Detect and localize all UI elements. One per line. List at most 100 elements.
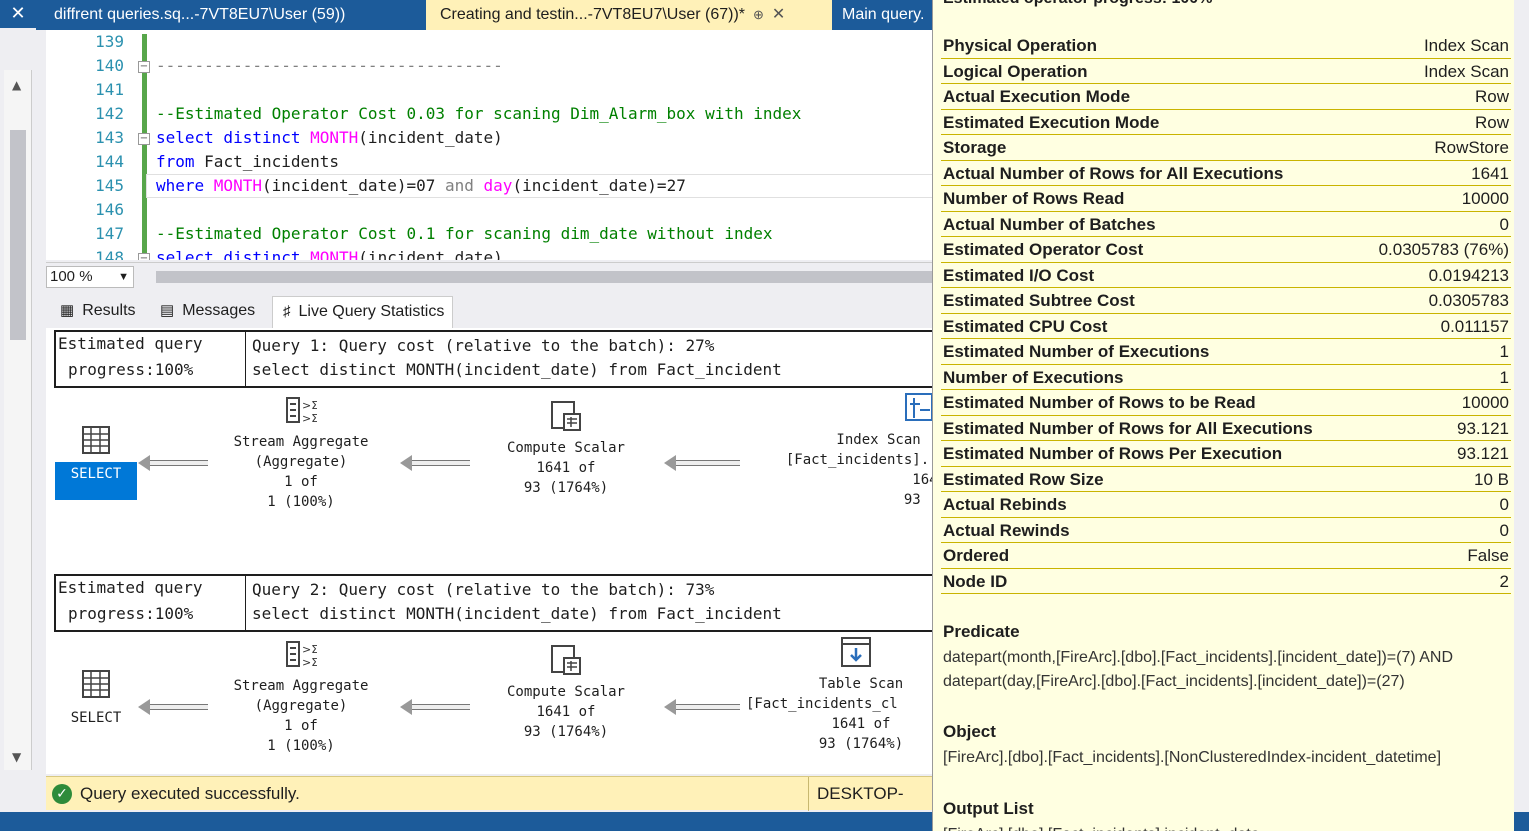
collapse-icon[interactable]: −: [138, 253, 150, 260]
property-row: Estimated Number of Rows for All Executi…: [941, 416, 1511, 441]
property-name: Physical Operation: [943, 36, 1097, 55]
property-row: Number of Rows Read 10000: [941, 186, 1511, 212]
property-value: 0: [1499, 520, 1509, 540]
node-subtype: (Aggregate): [254, 698, 348, 714]
plan-node-select[interactable]: SELECT: [54, 668, 138, 730]
node-name: Stream Aggregate: [233, 434, 369, 450]
property-name: Actual Rewinds: [943, 520, 1070, 540]
object-text: [FireArc].[dbo].[Fact_incidents].[NonClu…: [943, 749, 1442, 766]
close-tab-icon[interactable]: ✕: [772, 6, 785, 23]
success-check-icon: ✓: [52, 784, 72, 804]
left-scrollbar[interactable]: ▲ ▼: [4, 70, 32, 770]
node-percent: 93 (1764%): [523, 480, 609, 496]
plan-node-stream-aggregate[interactable]: >Σ >Σ Stream Aggregate (Aggregate) 1 of 1…: [216, 394, 386, 512]
node-rows: 1641 of: [536, 460, 596, 476]
property-name: Estimated Number of Rows for All Executi…: [943, 418, 1313, 438]
line-number: 141: [95, 80, 124, 99]
scroll-up-icon[interactable]: ▲: [12, 78, 21, 92]
tab-messages[interactable]: ▤ Messages: [150, 296, 263, 328]
object-title: Object: [943, 722, 996, 741]
property-name: Ordered: [943, 546, 1010, 565]
property-value: Row: [1474, 112, 1509, 132]
zoom-select[interactable]: 100 % ▼: [46, 266, 134, 288]
property-row: Number of Executions 1: [941, 365, 1511, 390]
scroll-thumb[interactable]: [10, 130, 26, 340]
stream-aggregate-icon: >Σ>Σ: [286, 641, 317, 669]
table-scan-icon: [841, 637, 871, 667]
plan-node-table-scan[interactable]: Table Scan [Fact_incidents_cl 1641 of 93…: [746, 636, 936, 754]
horizontal-scrollbar[interactable]: [156, 271, 936, 283]
close-icon[interactable]: ✕: [0, 0, 36, 28]
compute-scalar-icon: [551, 645, 581, 675]
property-row: Actual Rebinds 0: [941, 492, 1511, 518]
property-value: 10000: [1461, 189, 1509, 208]
svg-text:>Σ: >Σ: [302, 656, 317, 669]
property-name: Actual Execution Mode: [943, 87, 1131, 106]
property-name: Actual Number of Batches: [943, 214, 1156, 234]
query-text: select distinct MONTH(incident_date) fro…: [252, 360, 782, 379]
results-tabbar: ▦ Results ▤ Messages ♯ Live Query Statistic…: [46, 292, 936, 328]
property-name: Estimated I/O Cost: [943, 265, 1095, 285]
query-progress-cell: Estimated query progress:100%: [56, 576, 246, 630]
select-label: SELECT: [70, 710, 122, 726]
line-number: 145: [95, 176, 124, 195]
code-line-144: from Fact_incidents: [156, 152, 340, 171]
property-value: 1: [1499, 342, 1509, 361]
tab-live-query-statistics[interactable]: ♯ Live Query Statistics: [272, 296, 454, 328]
property-row: Actual Rewinds 0: [941, 518, 1511, 543]
node-name: Index Scan (N: [836, 432, 936, 448]
select-label: SELECT: [55, 462, 137, 500]
tab-diffrent-queries[interactable]: diffrent queries.sq...-7VT8EU7\User (59)…: [40, 0, 430, 30]
property-row: Estimated Subtree Cost 0.0305783: [941, 288, 1511, 314]
line-number: 144: [95, 152, 124, 171]
property-row: Estimated Execution Mode Row: [941, 110, 1511, 135]
property-value: 0: [1499, 495, 1509, 514]
line-number: 140: [95, 56, 124, 75]
collapse-icon[interactable]: −: [138, 133, 150, 145]
pin-icon[interactable]: ⊕: [753, 7, 764, 22]
tab-creating-and-testing[interactable]: Creating and testin...-7VT8EU7\User (67)…: [426, 0, 832, 30]
node-rows: 1 of: [284, 474, 318, 490]
node-subtype: (Aggregate): [254, 454, 348, 470]
tab-main-query[interactable]: Main query.: [828, 0, 938, 30]
property-name: Actual Number of Rows for All Executions: [943, 163, 1284, 183]
property-value: Index Scan: [1423, 61, 1509, 81]
collapse-icon[interactable]: −: [138, 61, 150, 73]
execution-plan-pane[interactable]: Estimated query progress:100% Query 1: Q…: [46, 328, 936, 774]
status-bar: ✓ Query executed successfully. DESKTOP-7…: [46, 776, 936, 831]
plan-node-stream-aggregate[interactable]: >Σ >Σ Stream Aggregate (Aggregate) 1 of 1…: [216, 638, 386, 756]
property-name: Node ID: [943, 571, 1008, 591]
chevron-down-icon: ▼: [118, 271, 129, 283]
plan-node-select[interactable]: SELECT: [54, 424, 138, 500]
plan-node-compute-scalar[interactable]: Compute Scalar 1641 of 93 (1764%): [486, 644, 646, 742]
tab-results[interactable]: ▦ Results: [50, 296, 144, 328]
node-name: Stream Aggregate: [233, 678, 369, 694]
property-name: Estimated Subtree Cost: [943, 291, 1135, 310]
plan-node-index-scan[interactable]: Index Scan (N [Fact_incidents].[N 1641 9…: [746, 392, 936, 510]
progress-value: progress:100%: [68, 360, 194, 379]
property-name: Estimated Row Size: [943, 469, 1104, 489]
plan-arrow: [138, 455, 208, 471]
property-row: Actual Number of Batches 0: [941, 212, 1511, 237]
node-name: Compute Scalar: [506, 684, 625, 700]
zoom-value: 100 %: [50, 268, 93, 285]
tab-label: Messages: [182, 302, 256, 319]
property-name: Estimated Number of Executions: [943, 342, 1210, 361]
operator-tooltip: Estimated operator progress: 100% Physic…: [932, 0, 1514, 831]
sql-editor[interactable]: 139 140 141 142 143 144 145 146 147 148 …: [46, 30, 936, 260]
tab-label: Live Query Statistics: [298, 303, 445, 320]
property-row: Estimated Number of Rows to be Read 10000: [941, 390, 1511, 416]
property-value: Row: [1474, 87, 1509, 106]
select-icon: [82, 426, 110, 454]
scroll-down-icon[interactable]: ▼: [12, 750, 21, 764]
tooltip-header: Estimated operator progress: 100%: [943, 0, 1212, 8]
node-object: [Fact_incidents_cl: [746, 696, 898, 712]
property-name: Estimated Operator Cost: [943, 240, 1144, 259]
plan-node-compute-scalar[interactable]: Compute Scalar 1641 of 93 (1764%): [486, 400, 646, 498]
progress-label: Estimated query: [58, 334, 203, 353]
code-line-142: --Estimated Operator Cost 0.03 for scani…: [156, 104, 802, 123]
property-value: 0.011157: [1440, 316, 1509, 336]
property-row: Estimated Number of Rows Per Execution 93…: [941, 441, 1511, 467]
messages-icon: ▤: [160, 302, 175, 319]
plan-arrow: [400, 699, 470, 715]
